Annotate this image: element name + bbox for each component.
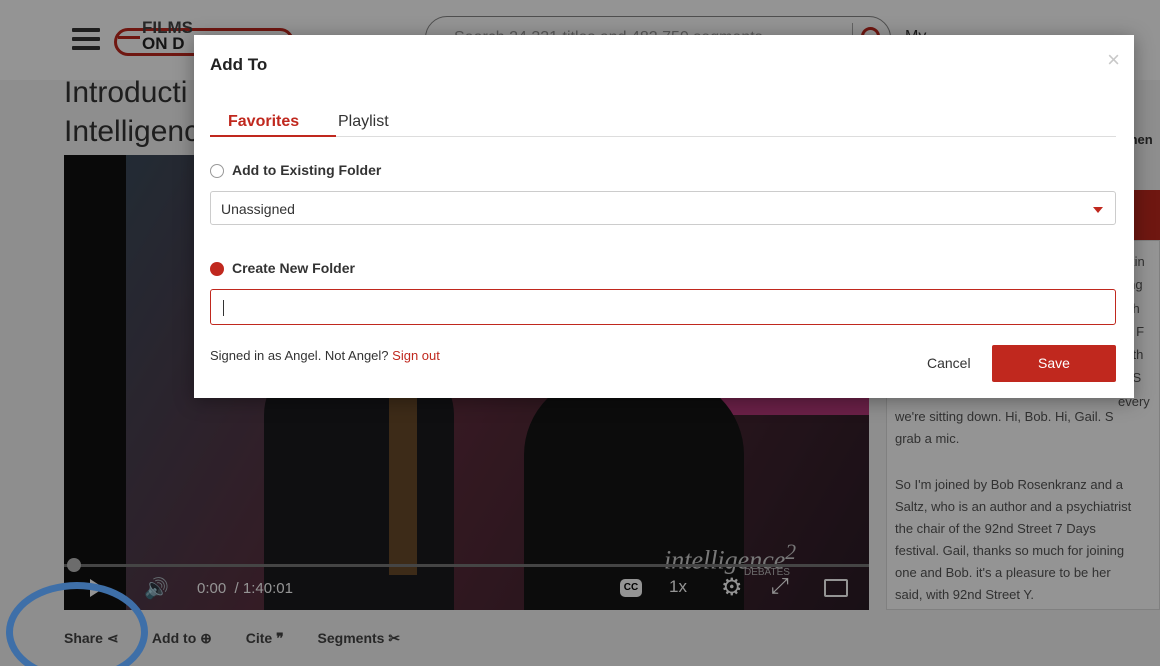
tab-playlist[interactable]: Playlist — [338, 113, 389, 131]
time-current: 0:00 — [197, 580, 227, 597]
transcript-line: So I'm joined by Bob Rosenkranz and a — [895, 477, 1123, 492]
transcript-line: said, with 92nd Street Y. — [895, 587, 1035, 602]
segments-label: Segments — [317, 630, 385, 646]
page-title-line-1: Introducti — [64, 76, 188, 109]
chevron-down-icon — [1093, 207, 1103, 213]
new-folder-name-input[interactable] — [210, 289, 1116, 325]
cancel-button[interactable]: Cancel — [927, 355, 971, 371]
transcript-line: one and Bob. it's a pleasure to be her — [895, 565, 1111, 580]
save-button[interactable]: Save — [992, 345, 1116, 382]
signed-in-status: Signed in as Angel. Not Angel? Sign out — [210, 348, 440, 363]
close-icon[interactable]: × — [1107, 47, 1120, 73]
time-display: 0:00 / 1:40:01 — [197, 580, 293, 597]
existing-folder-label[interactable]: Add to Existing Folder — [232, 162, 381, 178]
scissors-icon: ✂ — [388, 630, 401, 646]
page-title-line-2: Intelligenc — [64, 115, 200, 148]
dialog-title: Add To — [210, 55, 268, 74]
playback-speed[interactable]: 1x — [669, 577, 687, 597]
watermark-sup: 2 — [785, 540, 797, 564]
closed-captions-icon[interactable]: CC — [620, 579, 642, 597]
add-to-label: Add to — [151, 630, 197, 646]
create-folder-label[interactable]: Create New Folder — [232, 260, 355, 276]
create-folder-radio[interactable] — [210, 262, 224, 276]
transcript-line: grab a mic. — [895, 431, 960, 446]
cast-icon[interactable] — [824, 579, 848, 597]
time-total: / 1:40:01 — [234, 580, 293, 597]
transcript-paragraph-2: So I'm joined by Bob Rosenkranz and a Sa… — [895, 474, 1159, 606]
folder-select[interactable]: Unassigned — [210, 191, 1116, 225]
fullscreen-icon[interactable]: ⤢ — [771, 573, 789, 599]
menu-icon[interactable] — [72, 28, 100, 50]
signed-in-text: Signed in as Angel. Not Angel? — [210, 348, 389, 363]
logo-arrow — [118, 36, 140, 39]
video-controls: 🔊 0:00 / 1:40:01 CC 1x ⚙ ⤢ — [64, 567, 869, 610]
sign-out-link[interactable]: Sign out — [392, 348, 440, 363]
folder-select-value: Unassigned — [221, 201, 295, 217]
cite-button[interactable]: Cite ❞ — [246, 630, 284, 646]
existing-folder-radio[interactable] — [210, 164, 224, 178]
dialog-tabs: Favorites Playlist — [209, 107, 1116, 137]
speaker-tie — [389, 375, 417, 575]
gear-icon[interactable]: ⚙ — [721, 573, 743, 602]
quote-icon: ❞ — [276, 630, 284, 646]
transcript-line: festival. Gail, thanks so much for joini… — [895, 543, 1125, 558]
add-to-button[interactable]: Add to ⊕ — [152, 630, 212, 646]
volume-icon[interactable]: 🔊 — [144, 576, 169, 601]
segments-button[interactable]: Segments ✂ — [318, 630, 401, 646]
plus-circle-icon: ⊕ — [200, 630, 212, 646]
logo-text-on-demand: ON D — [142, 34, 185, 53]
transcript-line: the chair of the 92nd Street 7 Days — [895, 521, 1096, 536]
tab-favorites[interactable]: Favorites — [209, 113, 337, 137]
transcript-line: Saltz, who is an author and a psychiatri… — [895, 499, 1132, 514]
cite-label: Cite — [245, 630, 273, 646]
text-cursor — [223, 300, 224, 316]
add-to-dialog: Add To × Favorites Playlist Add to Exist… — [194, 35, 1134, 398]
